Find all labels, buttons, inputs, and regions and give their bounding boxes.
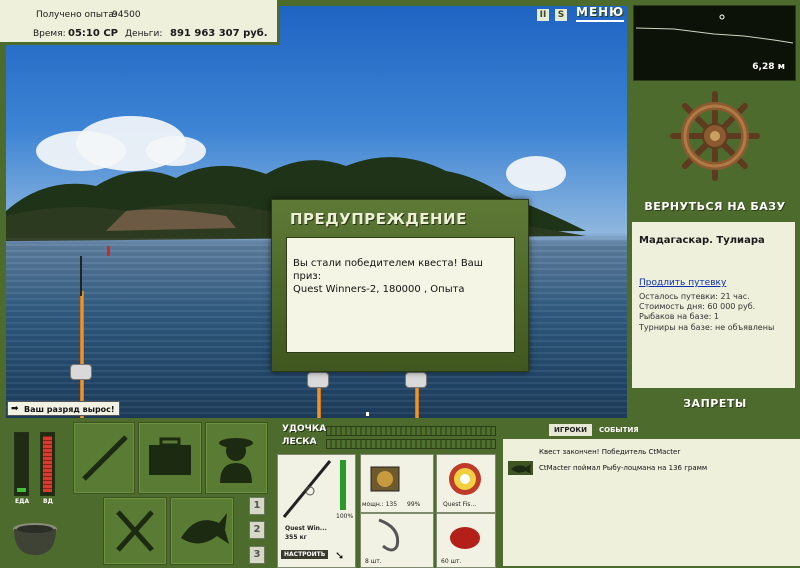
- reel-power: мощн.: 135: [362, 501, 398, 508]
- xp-label: Получено опыта:: [36, 10, 117, 20]
- chat-panel: Квест закончен! Победитель CtMacter CtMa…: [503, 419, 800, 566]
- prolong-trip-link[interactable]: Продлить путевку: [639, 278, 726, 288]
- rod-condition-bar: [340, 460, 346, 510]
- money-label: Деньги:: [125, 29, 163, 39]
- arrow-icon: ➡: [11, 404, 19, 414]
- fisherman-icon: [219, 438, 253, 483]
- slot-3-button[interactable]: 3: [249, 546, 265, 564]
- fish-tile[interactable]: [170, 497, 234, 565]
- chat-message: Квест закончен! Победитель CtMacter: [539, 448, 681, 456]
- menu-button[interactable]: МЕНЮ: [576, 5, 625, 22]
- setup-button[interactable]: НАСТРОИТЬ: [281, 550, 329, 559]
- depth-value: 6,28 м: [752, 62, 785, 72]
- pause-icon[interactable]: II: [537, 9, 549, 21]
- fish-icon: [508, 461, 533, 475]
- slot-2-button[interactable]: 2: [249, 521, 265, 539]
- tab-players[interactable]: ИГРОКИ: [549, 424, 592, 436]
- warning-dialog[interactable]: ПРЕДУПРЕЖДЕНИЕ Вы стали победителем квес…: [271, 199, 529, 372]
- sound-icon[interactable]: S: [555, 9, 567, 21]
- reel-condition: 99%: [407, 501, 421, 508]
- tournaments-status: Турниры на базе: не объявлены: [639, 323, 775, 332]
- rod-slot[interactable]: Quest Win... 355 кг 100% НАСТРОИТЬ ➘: [277, 454, 356, 568]
- reel-icon: [405, 372, 427, 388]
- anglers-count: Рыбаков на базе: 1: [639, 312, 719, 321]
- cauldron-icon[interactable]: [10, 515, 60, 563]
- reel-icon: [307, 372, 329, 388]
- rod-tip: [80, 256, 82, 296]
- reel-icon: [370, 466, 400, 492]
- chat-box[interactable]: Квест закончен! Победитель CtMacter CtMa…: [503, 439, 800, 566]
- fish-icon: [511, 464, 531, 474]
- day-cost: Стоимость дня: 60 000 руб.: [639, 302, 756, 311]
- money-value: 891 963 307 руб.: [170, 28, 268, 39]
- slot-1-button[interactable]: 1: [249, 497, 265, 515]
- hook-slot[interactable]: 8 шт.: [360, 513, 434, 568]
- trip-remaining: Осталось путевки: 21 час.: [639, 292, 750, 301]
- arrow-down-right-icon: ➘: [335, 549, 345, 562]
- food-label: ЕДА: [15, 498, 30, 505]
- return-base-area[interactable]: [630, 86, 800, 216]
- ship-wheel-icon: [670, 91, 760, 181]
- rods-tile[interactable]: [73, 422, 135, 494]
- line-slot[interactable]: Quest Fis...: [436, 454, 496, 513]
- fork-knife-icon: [116, 510, 154, 552]
- line-name: Quest Fis...: [443, 501, 477, 508]
- rod-tension-bar: [326, 426, 496, 436]
- hook-icon: [378, 518, 400, 552]
- dialog-line: Вы стали победителем квеста! Ваш приз:: [293, 258, 483, 282]
- float-icon: [366, 412, 369, 416]
- rod-condition: 100%: [336, 513, 354, 520]
- dialog-line: Quest Winners-2, 180000 , Опыта: [293, 284, 465, 295]
- dialog-title: ПРЕДУПРЕЖДЕНИЕ: [290, 210, 467, 228]
- rod-icon: [282, 460, 332, 518]
- bait-icon: [450, 527, 480, 549]
- hook-count: 8 шт.: [365, 558, 382, 565]
- location-title: Мадагаскар. Тулиара: [639, 235, 765, 246]
- level-up-text: Ваш разряд вырос!: [24, 405, 115, 414]
- food-tile[interactable]: [103, 497, 167, 565]
- depth-chart: 6,28 м: [633, 5, 796, 81]
- xp-value: 94500: [112, 10, 141, 20]
- tackle-box-icon: [149, 437, 191, 475]
- health-label: ВД: [43, 498, 53, 505]
- fishing-line-spool-icon: [449, 463, 481, 495]
- bans-button[interactable]: ЗАПРЕТЫ: [630, 397, 800, 410]
- tackle-box-tile[interactable]: [138, 422, 202, 494]
- rod-icon: [82, 435, 128, 481]
- reel-icon: [70, 364, 92, 380]
- food-gauge: [14, 432, 29, 496]
- stats-panel: Получено опыта: 94500 Время: 05:10 СР Де…: [0, 0, 280, 45]
- line-tension-label: ЛЕСКА: [282, 437, 317, 447]
- level-up-notice[interactable]: ➡ Ваш разряд вырос!: [7, 401, 120, 416]
- food-gauge-fill: [17, 488, 26, 492]
- bait-count: 60 шт.: [441, 558, 462, 565]
- float-icon: [107, 246, 110, 256]
- dialog-body: Вы стали победителем квеста! Ваш приз: Q…: [286, 237, 515, 353]
- chat-message: CtMacter поймал Рыбу-лоцмана на 136 грам…: [539, 464, 708, 472]
- rod-tension-label: УДОЧКА: [282, 424, 327, 434]
- rod-weight: 355 кг: [285, 534, 307, 541]
- return-base-button[interactable]: ВЕРНУТЬСЯ НА БАЗУ: [630, 200, 800, 213]
- bait-slot[interactable]: 60 шт.: [436, 513, 496, 568]
- rod-name: Quest Win...: [285, 525, 327, 532]
- fishing-rod[interactable]: [80, 291, 84, 418]
- fish-icon: [181, 513, 229, 544]
- health-gauge: [40, 432, 55, 496]
- character-tile[interactable]: [205, 422, 268, 494]
- line-tension-bar: [326, 439, 496, 449]
- location-info-panel: Мадагаскар. Тулиара Продлить путевку Ост…: [632, 222, 795, 388]
- time-value: 05:10 СР: [68, 28, 118, 39]
- reel-slot[interactable]: мощн.: 135 99%: [360, 454, 434, 513]
- tab-events[interactable]: СОБЫТИЯ: [599, 424, 639, 436]
- health-gauge-fill: [43, 436, 52, 492]
- time-label: Время:: [33, 29, 66, 39]
